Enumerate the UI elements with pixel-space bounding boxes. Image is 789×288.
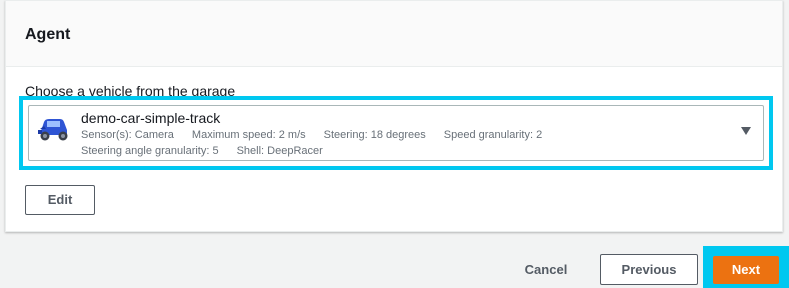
vehicle-tags-row: Sensor(s): Camera Maximum speed: 2 m/s Ste… <box>81 128 560 142</box>
sensor-tag: Sensor(s): Camera <box>81 129 174 141</box>
cancel-button[interactable]: Cancel <box>512 255 580 285</box>
panel-title: Agent <box>25 26 71 43</box>
shell-tag: Shell: DeepRacer <box>236 145 323 157</box>
caret-down-icon[interactable] <box>741 127 751 135</box>
next-button[interactable]: Next <box>713 256 779 284</box>
agent-panel: Agent Choose a vehicle from the garage d… <box>5 0 783 232</box>
vehicle-name: demo-car-simple-track <box>81 110 221 126</box>
steering-tag: Steering: 18 degrees <box>323 129 426 141</box>
vehicle-tags-row: Steering angle granularity: 5 Shell: Deep… <box>81 144 341 158</box>
edit-button[interactable]: Edit <box>25 185 95 215</box>
steering-granularity-tag: Steering angle granularity: 5 <box>81 145 219 157</box>
previous-button[interactable]: Previous <box>600 254 698 285</box>
next-button-highlight: Next <box>703 246 789 288</box>
car-icon <box>36 113 70 143</box>
max-speed-tag: Maximum speed: 2 m/s <box>191 129 306 141</box>
vehicle-select[interactable]: demo-car-simple-track Sensor(s): Camera M… <box>28 105 764 161</box>
speed-granularity-tag: Speed granularity: 2 <box>443 129 543 141</box>
panel-header <box>6 1 782 67</box>
vehicle-select-highlight: demo-car-simple-track Sensor(s): Camera M… <box>19 96 773 170</box>
